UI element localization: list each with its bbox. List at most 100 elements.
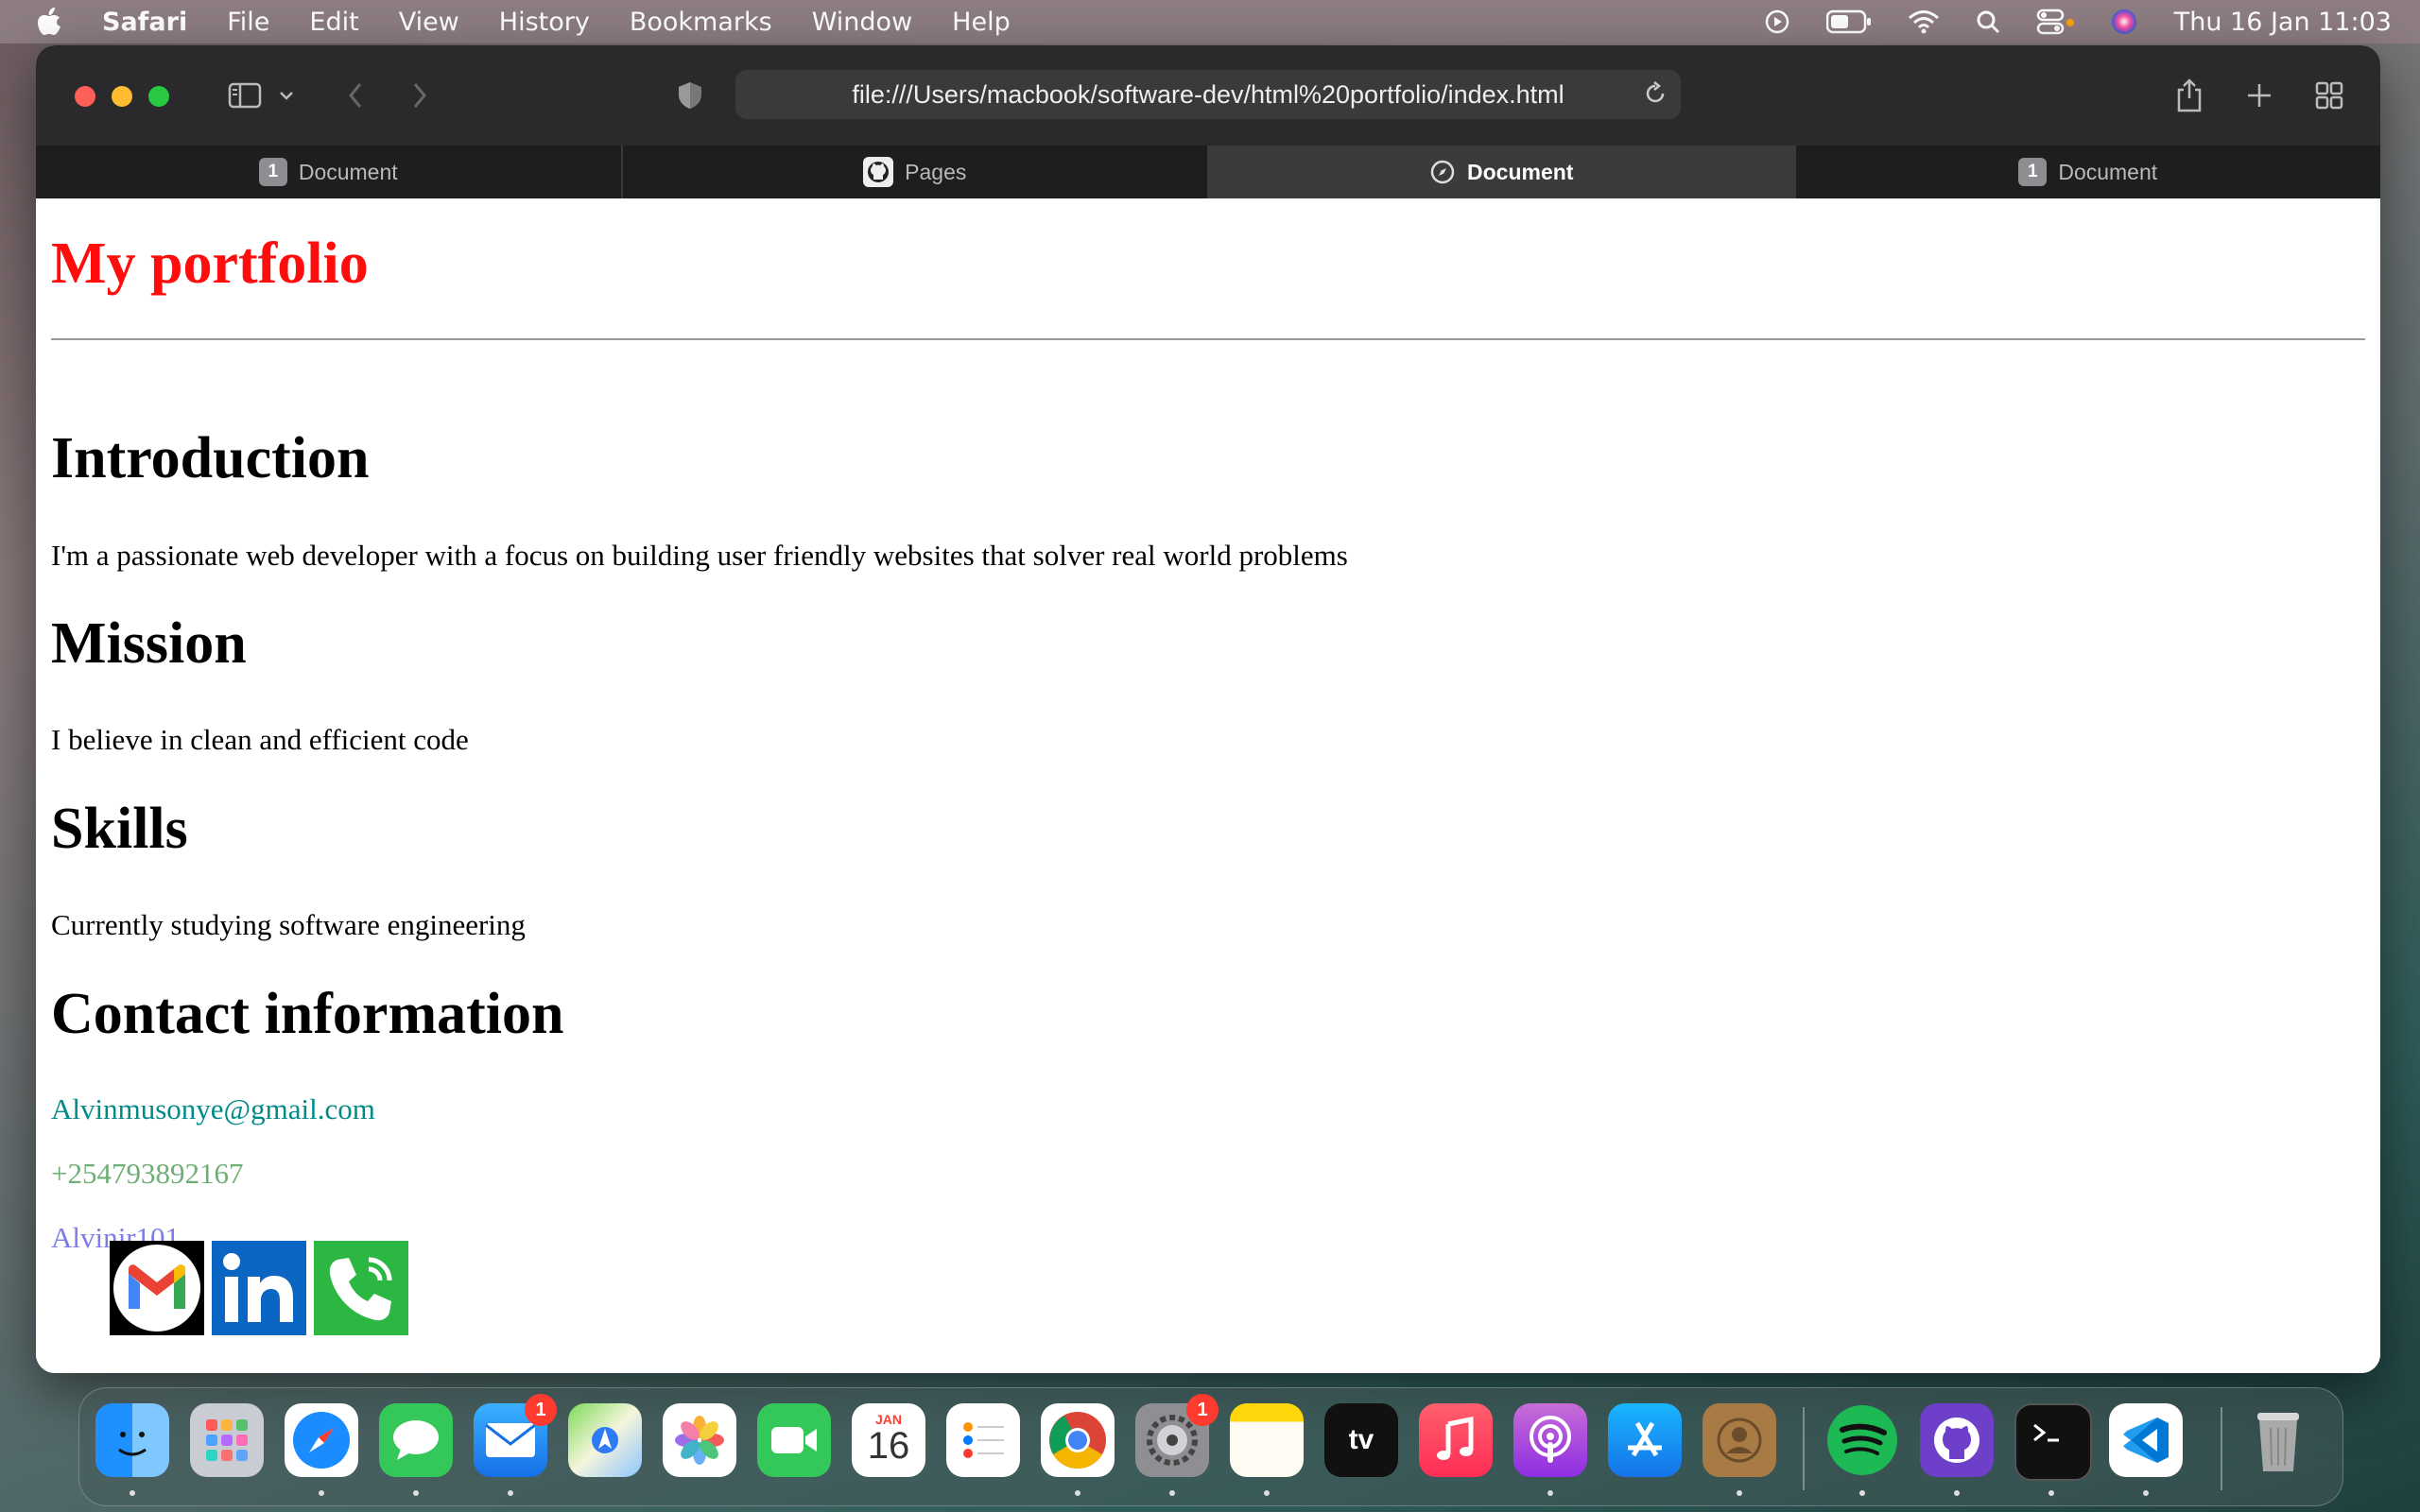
app-store-icon[interactable] (1608, 1403, 1682, 1477)
system-settings-icon[interactable]: 1 (1135, 1394, 1219, 1477)
tab-number-badge: 1 (2018, 158, 2048, 186)
menu-history[interactable]: History (499, 8, 590, 37)
running-indicator (319, 1490, 324, 1496)
new-tab-icon[interactable] (2240, 74, 2278, 117)
phone-icon[interactable] (314, 1241, 408, 1335)
messages-icon[interactable] (379, 1403, 453, 1477)
menu-edit[interactable]: Edit (309, 8, 358, 37)
calendar-day: 16 (867, 1425, 910, 1467)
address-bar[interactable]: file:///Users/macbook/software-dev/html%… (735, 70, 1681, 119)
reload-icon[interactable] (1641, 79, 1669, 114)
github-icon (863, 157, 894, 187)
contacts-icon[interactable] (1703, 1403, 1776, 1477)
notes-icon[interactable] (1230, 1403, 1304, 1477)
search-icon[interactable] (1976, 9, 2000, 34)
tab-label: Document (1467, 159, 1574, 184)
phone-link[interactable]: +254793892167 (51, 1157, 243, 1191)
safari-window: file:///Users/macbook/software-dev/html%… (36, 45, 2380, 1373)
mail-badge: 1 (525, 1394, 557, 1426)
running-indicator (2048, 1490, 2054, 1496)
apple-logo-icon[interactable] (21, 0, 78, 43)
menu-view[interactable]: View (399, 8, 459, 37)
reminders-icon[interactable] (946, 1403, 1020, 1477)
gmail-icon[interactable] (110, 1241, 204, 1335)
tab-label: Pages (905, 159, 967, 184)
trash-icon[interactable] (2241, 1403, 2315, 1477)
introduction-text: I'm a passionate web developer with a fo… (51, 539, 1348, 572)
finder-icon[interactable] (95, 1403, 169, 1477)
social-icons (110, 1241, 416, 1335)
menu-file[interactable]: File (227, 8, 269, 37)
contact-heading: Contact information (51, 982, 564, 1046)
running-indicator (1075, 1490, 1080, 1496)
photos-icon[interactable] (663, 1403, 736, 1477)
running-indicator (1859, 1490, 1865, 1496)
share-icon[interactable] (2170, 74, 2208, 117)
menubar-clock[interactable]: Thu 16 Jan 11:03 (2174, 8, 2392, 37)
running-indicator (1547, 1490, 1553, 1496)
tab-label: Document (298, 159, 398, 184)
skills-heading: Skills (51, 797, 188, 861)
forward-arrow-icon[interactable] (401, 74, 439, 117)
browser-toolbar: file:///Users/macbook/software-dev/html%… (36, 45, 2380, 146)
facetime-icon[interactable] (757, 1403, 831, 1477)
github-desktop-icon[interactable] (1920, 1403, 1994, 1477)
control-center-icon[interactable] (2036, 9, 2074, 35)
apple-tv-icon[interactable]: tv (1324, 1403, 1398, 1477)
mission-heading: Mission (51, 611, 247, 676)
url-text[interactable]: file:///Users/macbook/software-dev/html%… (852, 80, 1564, 110)
chrome-icon[interactable] (1041, 1403, 1115, 1477)
tab-overview-icon[interactable] (2310, 74, 2348, 117)
menu-bookmarks[interactable]: Bookmarks (630, 8, 772, 37)
running-indicator (1169, 1490, 1175, 1496)
terminal-icon[interactable] (2014, 1403, 2092, 1481)
mail-icon[interactable]: 1 (474, 1394, 557, 1477)
dock-separator (1803, 1407, 1805, 1490)
music-icon[interactable] (1419, 1403, 1493, 1477)
running-indicator (1264, 1490, 1270, 1496)
chevron-down-icon[interactable] (272, 74, 301, 117)
compass-icon (1429, 159, 1456, 185)
tab-document-2[interactable]: 1 Document (1796, 146, 2381, 198)
vscode-icon[interactable] (2109, 1403, 2183, 1477)
running-indicator (1954, 1490, 1960, 1496)
fullscreen-window-button[interactable] (148, 86, 169, 107)
running-indicator (1737, 1490, 1742, 1496)
page-title: My portfolio (51, 232, 369, 296)
back-arrow-icon[interactable] (337, 74, 374, 117)
wifi-icon[interactable] (1908, 9, 1940, 34)
horizontal-rule (51, 338, 2365, 340)
tab-pages[interactable]: Pages (623, 146, 1209, 198)
calendar-icon[interactable]: JAN 16 (852, 1403, 925, 1477)
menu-safari[interactable]: Safari (102, 8, 187, 37)
maps-icon[interactable] (568, 1403, 642, 1477)
spotify-icon[interactable] (1825, 1403, 1899, 1477)
sidebar-toggle-icon[interactable] (221, 74, 268, 117)
mission-text: I believe in clean and efficient code (51, 723, 469, 756)
menu-help[interactable]: Help (952, 8, 1011, 37)
close-window-button[interactable] (75, 86, 95, 107)
running-indicator (508, 1490, 513, 1496)
privacy-shield-icon[interactable] (671, 74, 709, 117)
podcasts-icon[interactable] (1513, 1403, 1587, 1477)
battery-icon[interactable] (1825, 9, 1872, 34)
linkedin-icon[interactable] (212, 1241, 306, 1335)
dock-separator (2221, 1407, 2222, 1490)
settings-badge: 1 (1186, 1394, 1219, 1426)
menu-bar: Safari File Edit View History Bookmarks … (0, 0, 2420, 43)
menu-window[interactable]: Window (812, 8, 912, 37)
siri-icon[interactable] (2110, 8, 2138, 36)
launchpad-icon[interactable] (190, 1403, 264, 1477)
tab-label: Document (2058, 159, 2158, 184)
tab-number-badge: 1 (258, 158, 287, 186)
tab-bar: 1 Document Pages Document 1 Document (36, 146, 2380, 198)
tab-document-1[interactable]: 1 Document (36, 146, 623, 198)
email-link[interactable]: Alvinmusonye@gmail.com (51, 1092, 375, 1126)
web-page-content: My portfolio Introduction I'm a passiona… (36, 198, 2380, 1373)
tab-document-active[interactable]: Document (1209, 146, 1796, 198)
safari-icon[interactable] (285, 1403, 358, 1477)
play-icon[interactable] (1764, 9, 1790, 35)
tv-label: tv (1348, 1424, 1374, 1455)
running-indicator (2143, 1490, 2149, 1496)
minimize-window-button[interactable] (112, 86, 132, 107)
